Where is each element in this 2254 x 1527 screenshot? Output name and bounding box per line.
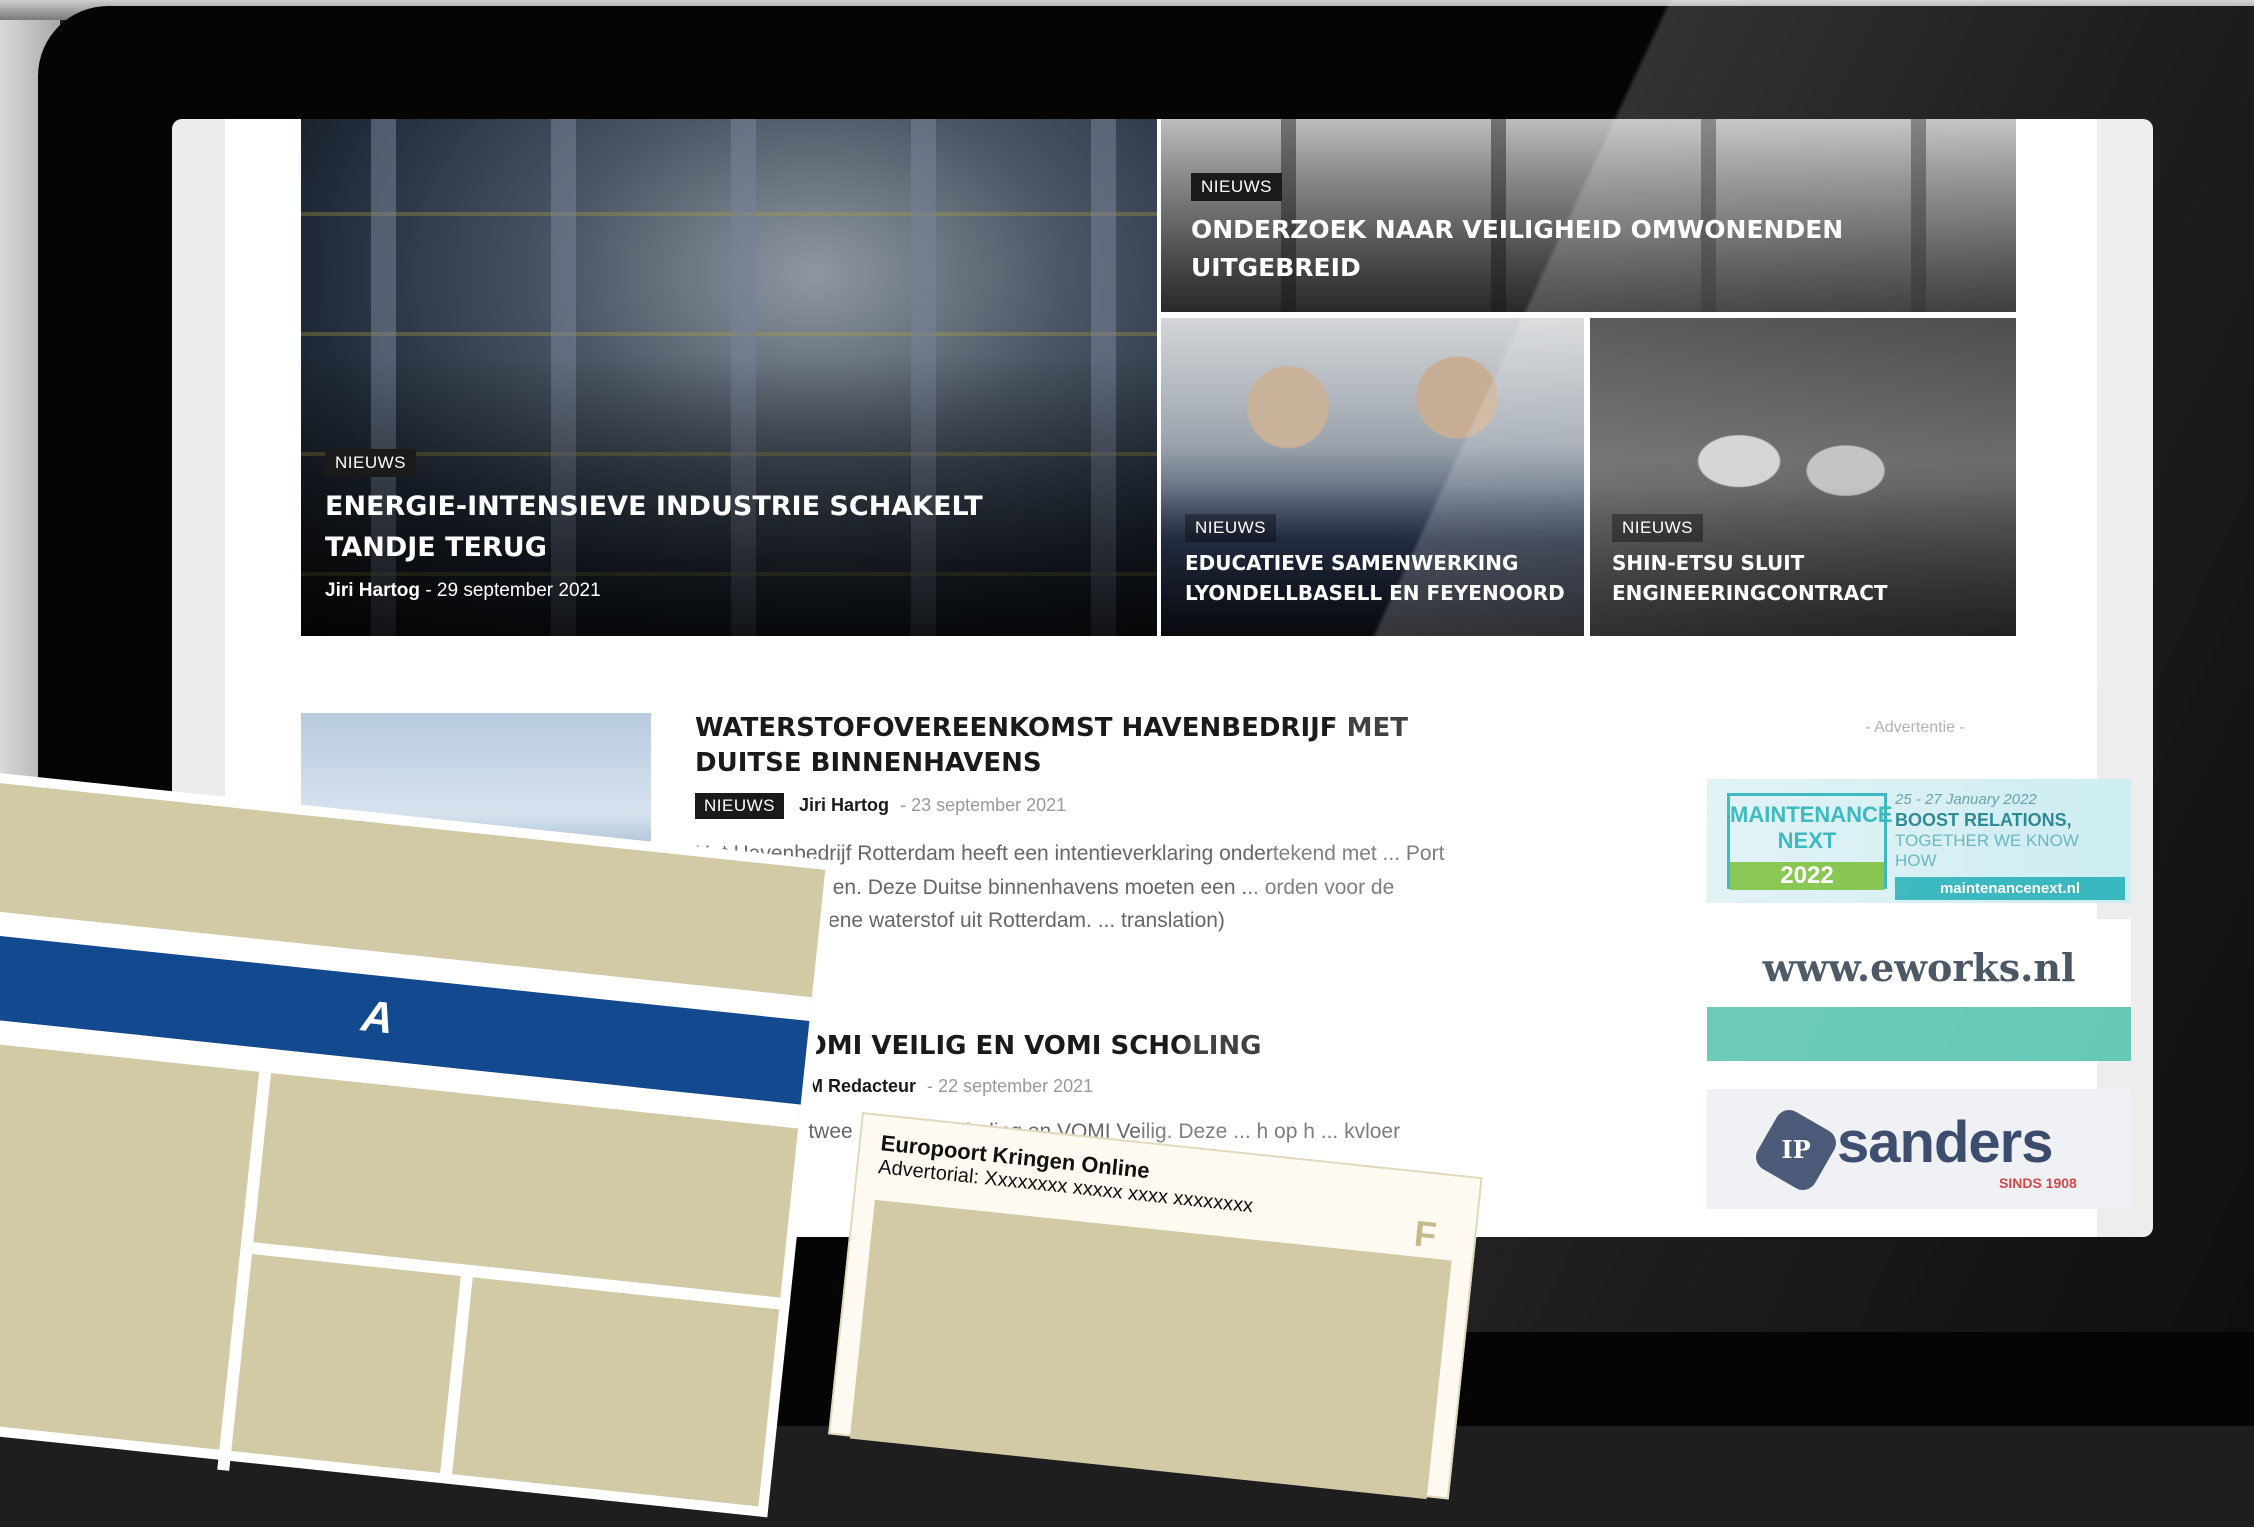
post-date: 23 september 2021 — [911, 795, 1067, 816]
category-tag[interactable]: NIEUWS — [1191, 173, 1282, 201]
article-title[interactable]: WATERSTOFOVEREENKOMST HAVENBEDRIJF MET D… — [695, 711, 1455, 781]
hero-top-article[interactable]: NIEUWS ONDERZOEK NAAR VEILIGHEID OMWONEN… — [1161, 119, 2016, 312]
maintenance-url[interactable]: maintenancenext.nl — [1895, 877, 2125, 900]
maintenance-headline: BOOST RELATIONS, — [1895, 810, 2072, 830]
author-link[interactable]: Jiri Hartog — [799, 795, 889, 815]
hero-top-title[interactable]: ONDERZOEK NAAR VEILIGHEID OMWONENDEN UIT… — [1191, 211, 1851, 286]
hero-bottom-left-article[interactable]: NIEUWS EDUCATIEVE SAMENWERKING LYONDELLB… — [1161, 318, 1584, 636]
card-divider — [217, 1071, 272, 1471]
eworks-ad-banner[interactable] — [1707, 1007, 2131, 1061]
sanders-since: SINDS 1908 — [1999, 1175, 2077, 1191]
hero-bottom-left-title[interactable]: EDUCATIEVE SAMENWERKING LYONDELLBASELL E… — [1185, 548, 1565, 608]
hero-bottom-right-title[interactable]: SHIN-ETSU SLUIT ENGINEERINGCONTRACT — [1612, 548, 1912, 608]
maintenance-dates: 25 - 27 January 2022 — [1895, 791, 2037, 808]
advertisement-label: - Advertentie - — [1865, 719, 1965, 736]
maintenance-next-logo: MAINTENANCE NEXT 2022 — [1727, 793, 1893, 890]
layout-card-a: A — [0, 780, 826, 1507]
sanders-ad[interactable]: IP sanders SINDS 1908 — [1707, 1089, 2131, 1209]
maintenance-logo-text: MAINTENANCE NEXT — [1730, 802, 1893, 853]
category-tag[interactable]: NIEUWS — [695, 793, 784, 820]
hero-bottom-right-article[interactable]: NIEUWS SHIN-ETSU SLUIT ENGINEERINGCONTRA… — [1590, 318, 2016, 636]
maintenance-tagline: TOGETHER WE KNOW HOW — [1895, 831, 2079, 870]
maintenance-ad-text: 25 - 27 January 2022 BOOST RELATIONS, TO… — [1895, 791, 2125, 900]
author-link[interactable]: VFM Redacteur — [785, 1076, 916, 1096]
hero-bottom-left-caption: NIEUWS EDUCATIEVE SAMENWERKING LYONDELLB… — [1185, 514, 1565, 608]
hero-main-caption: NIEUWS ENERGIE-INTENSIEVE INDUSTRIE SCHA… — [325, 449, 1085, 602]
layout-card-f: Europoort Kringen Online Advertorial: Xx… — [828, 1112, 1483, 1500]
meta-separator: - — [425, 580, 432, 601]
card-divider — [251, 1242, 791, 1311]
meta-separator: - — [900, 795, 907, 816]
category-tag[interactable]: NIEUWS — [1185, 514, 1276, 542]
post-date: 29 september 2021 — [436, 580, 601, 601]
ip-logo-text: IP — [1781, 1135, 1811, 1164]
category-tag[interactable]: NIEUWS — [1612, 514, 1703, 542]
category-tag[interactable]: NIEUWS — [325, 449, 416, 477]
card-divider — [439, 1276, 473, 1477]
hero-top-caption: NIEUWS ONDERZOEK NAAR VEILIGHEID OMWONEN… — [1191, 173, 1851, 286]
post-date: 22 september 2021 — [938, 1076, 1094, 1097]
author-link[interactable]: Jiri Hartog — [325, 580, 420, 601]
article-title[interactable]: VOMI VEILIG EN VOMI SCHOLING — [785, 1029, 1465, 1064]
hero-main-title[interactable]: ENERGIE-INTENSIEVE INDUSTRIE SCHAKELT TA… — [325, 487, 1085, 568]
hero-main-meta: Jiri Hartog - 29 september 2021 — [325, 580, 1085, 602]
sanders-logo-name: sanders — [1837, 1110, 2053, 1175]
article-meta: NIEUWS Jiri Hartog - 23 september 2021 — [695, 793, 1455, 820]
hero-bottom-right-caption: NIEUWS SHIN-ETSU SLUIT ENGINEERINGCONTRA… — [1612, 514, 1912, 608]
card-f-letter: F — [1412, 1212, 1439, 1256]
hero-main-article[interactable]: NIEUWS ENERGIE-INTENSIEVE INDUSTRIE SCHA… — [301, 119, 1157, 636]
meta-separator: - — [927, 1076, 934, 1097]
maintenance-logo-year: 2022 — [1730, 862, 1884, 890]
card-f-placeholder — [849, 1199, 1452, 1500]
eworks-url[interactable]: www.eworks.nl — [1707, 945, 2131, 990]
article-meta: VFM Redacteur - 22 september 2021 — [785, 1076, 1465, 1097]
maintenance-next-ad[interactable]: MAINTENANCE NEXT 2022 25 - 27 January 20… — [1707, 779, 2131, 903]
